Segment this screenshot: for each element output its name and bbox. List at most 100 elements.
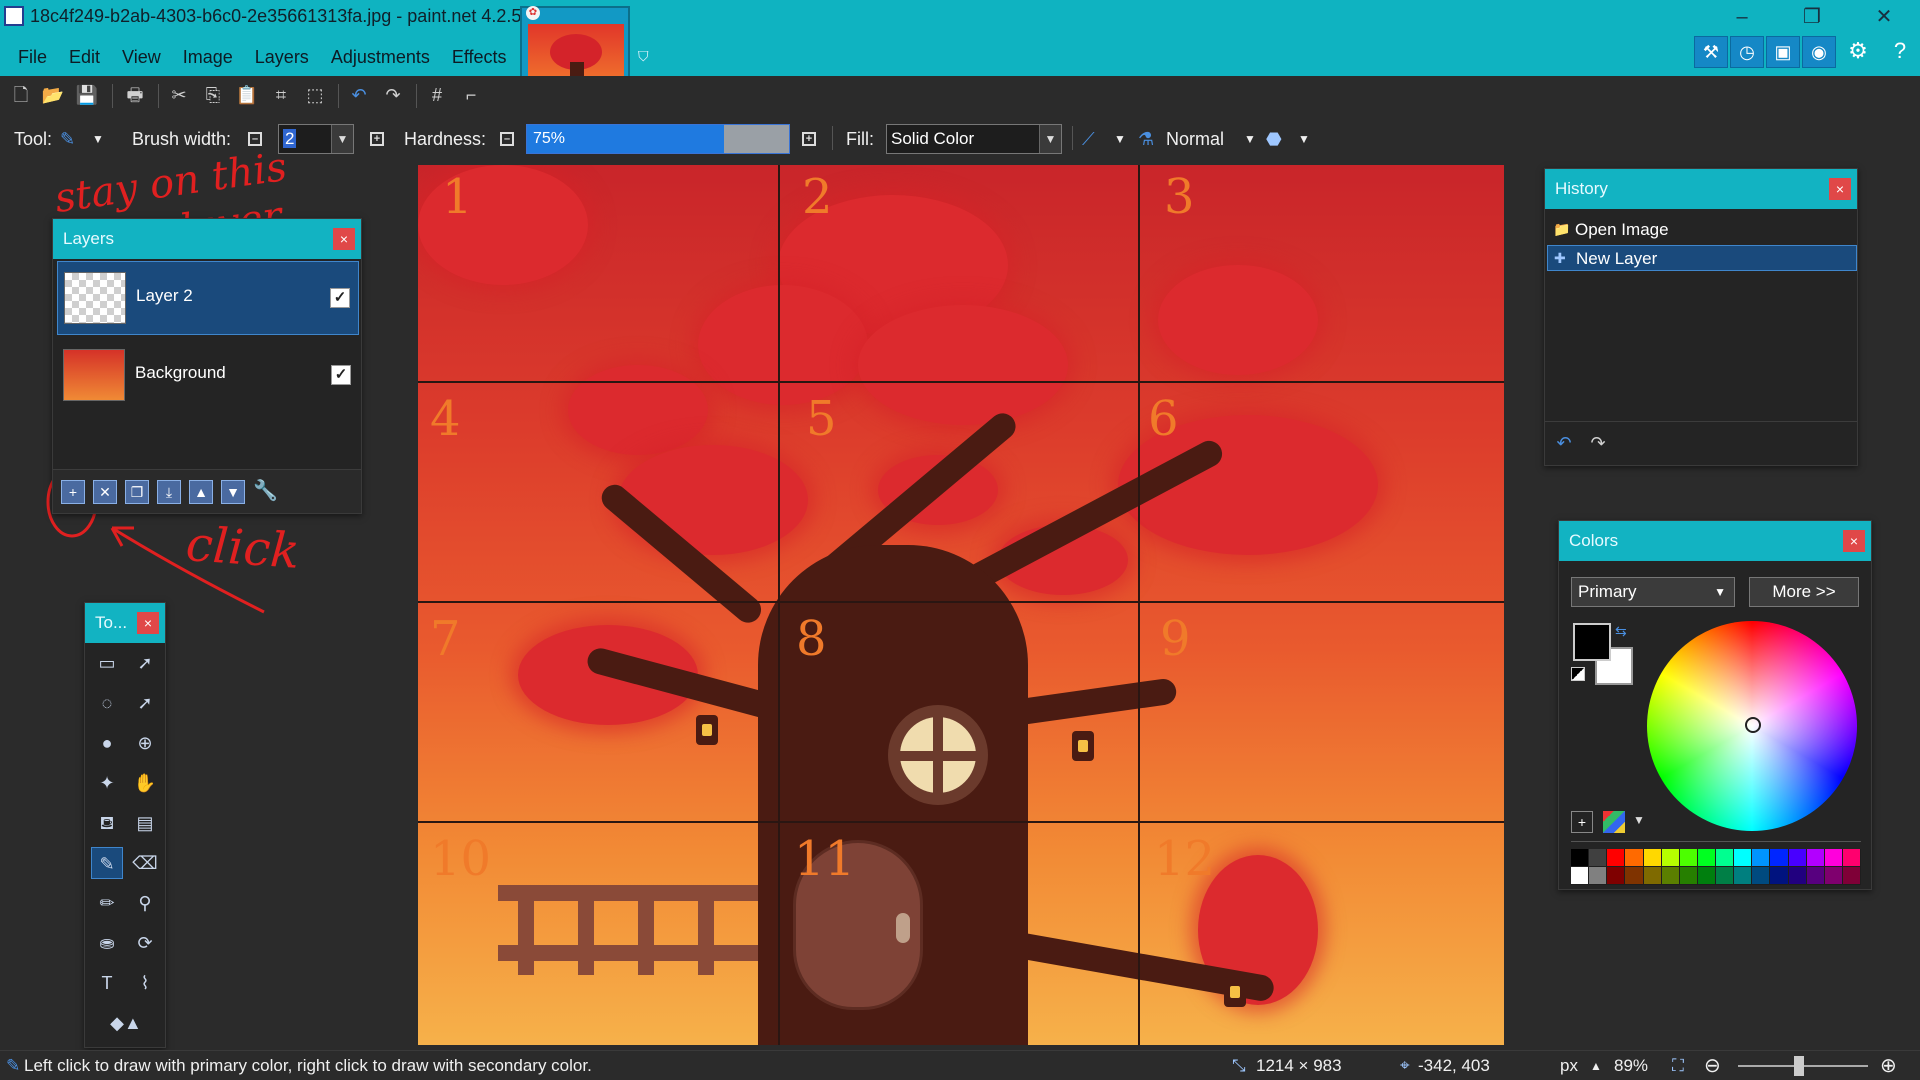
palette-swatch[interactable] (1752, 849, 1771, 867)
text-tool-icon[interactable]: T (91, 967, 123, 999)
units-chevron-icon[interactable]: ▲ (1590, 1051, 1602, 1080)
palette-swatch[interactable] (1679, 867, 1698, 885)
palette-swatch[interactable] (1734, 849, 1753, 867)
ellipse-select-tool-icon[interactable]: ● (91, 727, 123, 759)
close-layers-panel-button[interactable]: × (333, 228, 355, 250)
palette-swatch[interactable] (1625, 867, 1644, 885)
palette-menu-icon[interactable] (1603, 811, 1625, 833)
rectangle-select-tool-icon[interactable]: ▭ (91, 647, 123, 679)
rulers-icon[interactable]: ⌐ (458, 82, 484, 108)
cut-icon[interactable]: ✂ (166, 82, 192, 108)
pencil-tool-icon[interactable]: ✏ (91, 887, 123, 919)
move-selection-tool-icon[interactable]: ➚ (129, 687, 161, 719)
paintbrush-tool-icon[interactable]: ✎ (60, 126, 75, 152)
grid-icon[interactable]: # (424, 82, 450, 108)
colors-panel-header[interactable]: Colors × (1559, 521, 1871, 561)
palette-swatch[interactable] (1842, 867, 1861, 885)
palette-swatch[interactable] (1716, 867, 1735, 885)
menu-adjustments[interactable]: Adjustments (320, 44, 441, 70)
palette-swatch[interactable] (1625, 849, 1644, 867)
color-wheel[interactable] (1647, 621, 1857, 831)
zoom-tool-icon[interactable]: ⊕ (129, 727, 161, 759)
antialiasing-icon[interactable]: ⟋ (1082, 126, 1095, 152)
menu-file[interactable]: File (4, 44, 58, 70)
tools-window-icon[interactable]: ⚒ (1694, 36, 1728, 68)
delete-layer-icon[interactable]: ✕ (93, 480, 117, 504)
palette-swatch[interactable] (1661, 867, 1680, 885)
palette-swatch[interactable] (1842, 849, 1861, 867)
swap-colors-icon[interactable]: ⇆ (1615, 623, 1627, 640)
close-window-button[interactable]: ✕ (1864, 4, 1904, 30)
layer-visibility-checkbox[interactable]: ✓ (331, 365, 351, 385)
fill-dropdown-icon[interactable]: ▼ (1039, 125, 1061, 153)
layers-panel-header[interactable]: Layers × (53, 219, 361, 259)
close-document-icon[interactable]: ✿ (526, 6, 540, 20)
image-canvas[interactable]: 1 2 3 4 5 6 7 8 9 10 11 12 (418, 165, 1504, 1045)
move-layer-down-icon[interactable]: ▼ (221, 480, 245, 504)
selection-mode-icon[interactable]: ⬣ (1266, 126, 1282, 152)
merge-layer-down-icon[interactable]: ⤓ (157, 480, 181, 504)
restore-button[interactable]: ❐ (1792, 4, 1832, 30)
palette-swatch[interactable] (1824, 867, 1843, 885)
undo-icon[interactable]: ↶ (346, 82, 372, 108)
menu-view[interactable]: View (111, 44, 172, 70)
layers-window-icon[interactable]: ▣ (1766, 36, 1800, 68)
color-wheel-marker[interactable] (1745, 717, 1761, 733)
menu-effects[interactable]: Effects (441, 44, 518, 70)
layer-row-layer-2[interactable]: Layer 2 ✓ (57, 261, 359, 335)
move-selected-pixels-tool-icon[interactable]: ➚ (129, 647, 161, 679)
palette-swatch[interactable] (1752, 867, 1771, 885)
history-redo-icon[interactable]: ↷ (1585, 430, 1611, 456)
open-file-icon[interactable]: 📂 (40, 82, 66, 108)
primary-color-swatch[interactable] (1573, 623, 1611, 661)
paste-icon[interactable]: 📋 (234, 82, 260, 108)
palette-menu-chevron-icon[interactable]: ▼ (1633, 813, 1645, 827)
palette-swatch[interactable] (1607, 849, 1626, 867)
palette-swatch[interactable] (1643, 849, 1662, 867)
hardness-increase-button[interactable]: + (802, 132, 816, 146)
settings-gear-icon[interactable]: ⚙ (1838, 36, 1878, 68)
tools-panel-header[interactable]: To... × (85, 603, 165, 643)
minimize-button[interactable]: – (1722, 4, 1762, 30)
menu-edit[interactable]: Edit (58, 44, 111, 70)
zoom-out-icon[interactable]: ⊖ (1704, 1051, 1721, 1080)
more-colors-button[interactable]: More >> (1749, 577, 1859, 607)
deselect-icon[interactable]: ⬚ (302, 82, 328, 108)
clone-stamp-tool-icon[interactable]: ⛂ (91, 927, 123, 959)
palette-swatch[interactable] (1770, 867, 1789, 885)
close-colors-panel-button[interactable]: × (1843, 530, 1865, 552)
add-new-layer-icon[interactable]: + (61, 480, 85, 504)
document-list-chevron-icon[interactable]: ⛉ (638, 48, 649, 65)
move-layer-up-icon[interactable]: ▲ (189, 480, 213, 504)
palette-swatch[interactable] (1697, 849, 1716, 867)
history-item-open-image[interactable]: 📁 Open Image (1547, 217, 1857, 243)
palette-swatch[interactable] (1607, 867, 1626, 885)
close-tools-panel-button[interactable]: × (137, 612, 159, 634)
pan-tool-icon[interactable]: ✋ (129, 767, 161, 799)
new-file-icon[interactable]: 🗋 (8, 82, 34, 108)
palette-swatch[interactable] (1679, 849, 1698, 867)
palette-swatch[interactable] (1661, 849, 1680, 867)
gradient-tool-icon[interactable]: ▤ (129, 807, 161, 839)
hardness-decrease-button[interactable]: – (500, 132, 514, 146)
history-window-icon[interactable]: ◷ (1730, 36, 1764, 68)
history-undo-icon[interactable]: ↶ (1551, 430, 1577, 456)
line-curve-tool-icon[interactable]: ⌇ (129, 967, 161, 999)
tool-dropdown-chevron-icon[interactable]: ▼ (92, 126, 104, 152)
palette-swatch[interactable] (1788, 849, 1807, 867)
close-history-panel-button[interactable]: × (1829, 178, 1851, 200)
paintbrush-tool-icon[interactable]: ✎ (91, 847, 123, 879)
magic-wand-tool-icon[interactable]: ✦ (91, 767, 123, 799)
menu-layers[interactable]: Layers (244, 44, 320, 70)
blend-mode-icon[interactable]: ⚗ (1138, 126, 1154, 152)
zoom-slider-thumb[interactable] (1794, 1056, 1804, 1076)
units-select[interactable]: px (1560, 1051, 1578, 1080)
palette-swatch[interactable] (1824, 849, 1843, 867)
duplicate-layer-icon[interactable]: ❐ (125, 480, 149, 504)
crop-icon[interactable]: ⌗ (268, 82, 294, 108)
palette-swatch[interactable] (1770, 849, 1789, 867)
blend-mode-chevron-icon[interactable]: ▼ (1244, 126, 1256, 152)
recolor-tool-icon[interactable]: ⟳ (129, 927, 161, 959)
lasso-select-tool-icon[interactable]: ◌ (91, 687, 123, 719)
menu-image[interactable]: Image (172, 44, 244, 70)
